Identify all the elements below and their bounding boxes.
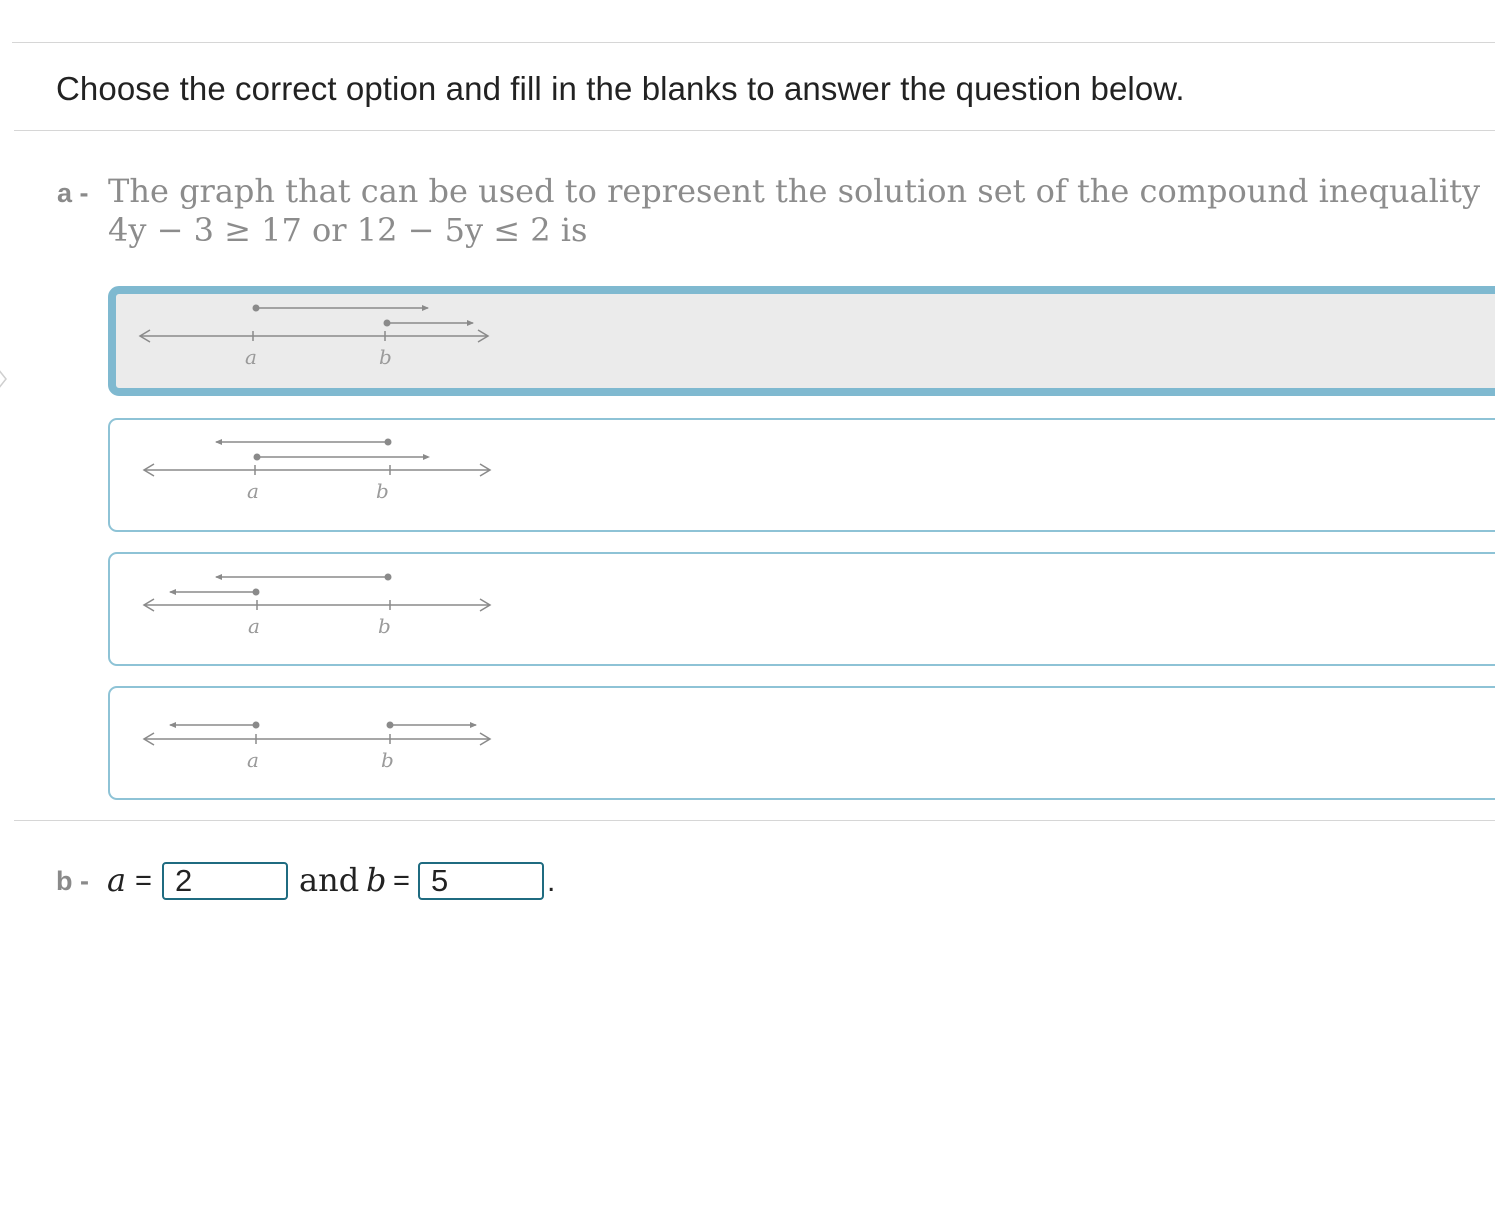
point-label-a: a xyxy=(247,748,259,772)
and-text: and xyxy=(299,861,360,899)
question-line-1: The graph that can be used to represent … xyxy=(108,172,1481,210)
answer-input-b[interactable]: 5 xyxy=(418,862,544,900)
page: Choose the correct option and fill in th… xyxy=(0,0,1495,1207)
number-line-graph-4: a b xyxy=(142,721,492,772)
equals-sign-a: = xyxy=(135,865,152,897)
point-label-b: b xyxy=(376,479,389,503)
answer-input-a[interactable]: 2 xyxy=(162,862,288,900)
number-line-graph-3: a b xyxy=(142,573,492,638)
point-label-a: a xyxy=(245,345,257,369)
part-a-question: The graph that can be used to represent … xyxy=(108,172,1480,250)
answer-option-4[interactable]: a b xyxy=(108,686,1495,800)
sentence-period: . xyxy=(547,865,556,898)
point-label-a: a xyxy=(248,614,260,638)
question-line-2: 4y − 3 ≥ 17 or 12 − 5y ≤ 2 is xyxy=(108,211,1480,250)
cropped-previous-content xyxy=(0,0,560,6)
divider-after-instruction xyxy=(14,130,1495,131)
inequality-2: 12 − 5y ≤ 2 xyxy=(356,211,551,249)
number-line-graph-2: a b xyxy=(142,438,492,503)
question-suffix: is xyxy=(560,211,588,249)
chevron-right-icon xyxy=(0,370,7,388)
variable-b: b xyxy=(366,861,387,899)
answer-option-3[interactable]: a b xyxy=(108,552,1495,666)
instruction-text: Choose the correct option and fill in th… xyxy=(56,70,1185,107)
connector-or: or xyxy=(312,211,347,249)
variable-a: a xyxy=(107,861,127,899)
answer-option-2[interactable]: a b xyxy=(108,418,1495,532)
point-label-b: b xyxy=(379,345,392,369)
point-label-a: a xyxy=(247,479,259,503)
equals-sign-b: = xyxy=(393,865,410,897)
point-label-b: b xyxy=(381,748,394,772)
divider-before-part-b xyxy=(14,820,1495,821)
point-label-b: b xyxy=(378,614,391,638)
part-b-label: b - xyxy=(56,866,89,896)
divider-top xyxy=(12,42,1495,43)
answer-option-1[interactable]: a b xyxy=(108,286,1495,396)
number-line-graph-1: a b xyxy=(138,304,490,369)
part-a-label: a - xyxy=(57,178,89,208)
inequality-1: 4y − 3 ≥ 17 xyxy=(108,211,302,249)
